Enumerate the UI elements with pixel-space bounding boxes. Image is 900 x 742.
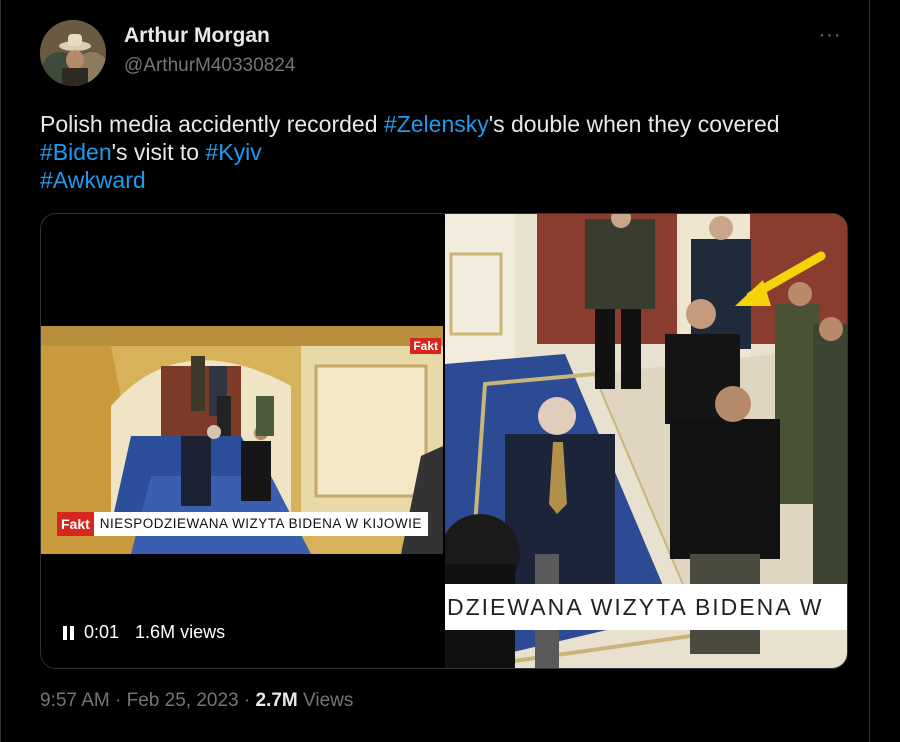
tweet-text-segment: 's double when they covered: [488, 111, 780, 137]
tweet-meta: 9:57 AM · Feb 25, 2023 · 2.7M Views: [40, 690, 353, 712]
photo[interactable]: DZIEWANA WIZYTA BIDENA W: [445, 214, 847, 668]
column-border-left: [0, 0, 1, 742]
views-count[interactable]: 2.7M: [255, 690, 297, 711]
lower-third-text: NIESPODZIEWANA WIZYTA BIDENA W KIJOWIE: [93, 512, 428, 536]
meta-separator: ·: [238, 690, 256, 711]
video-views: 1.6M views: [135, 622, 226, 642]
views-label: Views: [297, 690, 354, 711]
fakt-logo: Fakt: [57, 512, 94, 536]
hashtag-link[interactable]: #Zelensky: [384, 111, 489, 137]
fakt-corner-logo: Fakt: [410, 338, 441, 354]
tweet-text-segment: 's visit to: [111, 139, 206, 165]
media-container: Fakt Fakt NIESPODZIEWANA WIZYTA BIDENA W…: [40, 213, 848, 669]
photo-banner-text: DZIEWANA WIZYTA BIDENA W: [445, 584, 847, 630]
author-name[interactable]: Arthur Morgan: [124, 24, 270, 48]
tweet-date[interactable]: Feb 25, 2023: [127, 690, 239, 711]
video-time: 0:01: [84, 622, 120, 642]
pause-icon[interactable]: [63, 625, 74, 640]
hashtag-link[interactable]: #Kyiv: [205, 139, 261, 165]
video-controls: 0:01 1.6M views: [63, 622, 225, 643]
avatar-hat-icon: [40, 20, 106, 86]
tweet-text-segment: Polish media accidently recorded: [40, 111, 384, 137]
video-player[interactable]: Fakt Fakt NIESPODZIEWANA WIZYTA BIDENA W…: [41, 214, 443, 668]
more-options-icon[interactable]: ···: [812, 25, 848, 50]
author-handle[interactable]: @ArthurM40330824: [124, 55, 295, 77]
hashtag-link[interactable]: #Awkward: [40, 167, 146, 193]
tweet-time[interactable]: 9:57 AM: [40, 690, 110, 711]
meta-separator: ·: [109, 690, 127, 711]
column-border-right: [869, 0, 870, 742]
hashtag-link[interactable]: #Biden: [40, 139, 112, 165]
video-frame[interactable]: Fakt Fakt NIESPODZIEWANA WIZYTA BIDENA W…: [41, 326, 443, 554]
tweet-text: Polish media accidently recorded #Zelens…: [40, 110, 860, 194]
lower-third: Fakt NIESPODZIEWANA WIZYTA BIDENA W KIJO…: [57, 512, 428, 536]
avatar[interactable]: [40, 20, 106, 86]
